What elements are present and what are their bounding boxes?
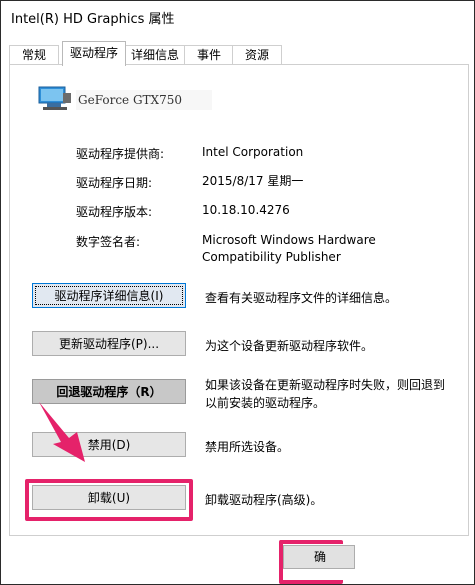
version-label: 驱动程序版本: [76, 205, 153, 219]
pointer-arrow-icon [39, 402, 85, 462]
signer-label: 数字签名者: [76, 235, 141, 249]
date-label: 驱动程序日期: [76, 176, 153, 190]
update-driver-description: 为这个设备更新驱动程序软件。 [205, 339, 374, 353]
date-value: 2015/8/17 星期一 [202, 174, 304, 188]
title-bar[interactable]: Intel(R) HD Graphics 属性 [1, 1, 474, 31]
rollback-description-line2: 以前安装的驱动程序。 [205, 396, 326, 410]
signer-value-line2: Compatibility Publisher [202, 250, 341, 264]
properties-dialog: Intel(R) HD Graphics 属性 常规 驱动程序 详细信息 事件 … [0, 0, 475, 585]
uninstall-highlight-box [25, 479, 193, 521]
device-name: GeForce GTX750 [76, 90, 212, 110]
tab-driver[interactable]: 驱动程序 [62, 41, 126, 66]
tab-events[interactable]: 事件 [184, 45, 234, 65]
tab-general[interactable]: 常规 [9, 45, 59, 65]
uninstall-driver-description: 卸载驱动程序(高级)。 [205, 493, 323, 507]
window-title: Intel(R) HD Graphics 属性 [11, 12, 175, 27]
update-driver-button[interactable]: 更新驱动程序(P)... [32, 331, 186, 356]
driver-details-description: 查看有关驱动程序文件的详细信息。 [205, 291, 398, 305]
version-value: 10.18.10.4276 [202, 203, 290, 217]
display-adapter-icon [38, 86, 71, 110]
focus-rect [35, 286, 183, 305]
disable-device-description: 禁用所选设备。 [205, 440, 290, 454]
signer-value: Microsoft Windows Hardware Compatibility… [202, 232, 376, 266]
rollback-description-line1: 如果该设备在更新驱动程序时失败，则回退到 [205, 378, 446, 392]
driver-details-button[interactable]: 驱动程序详细信息(I) [32, 283, 186, 308]
signer-value-line1: Microsoft Windows Hardware [202, 233, 376, 247]
ok-highlight-box [279, 540, 343, 584]
provider-label: 驱动程序提供商: [76, 147, 165, 161]
provider-value: Intel Corporation [202, 145, 304, 159]
rollback-driver-description: 如果该设备在更新驱动程序时失败，则回退到 以前安装的驱动程序。 [205, 376, 445, 412]
tab-details[interactable]: 详细信息 [124, 45, 186, 65]
tab-resources[interactable]: 资源 [232, 45, 282, 65]
